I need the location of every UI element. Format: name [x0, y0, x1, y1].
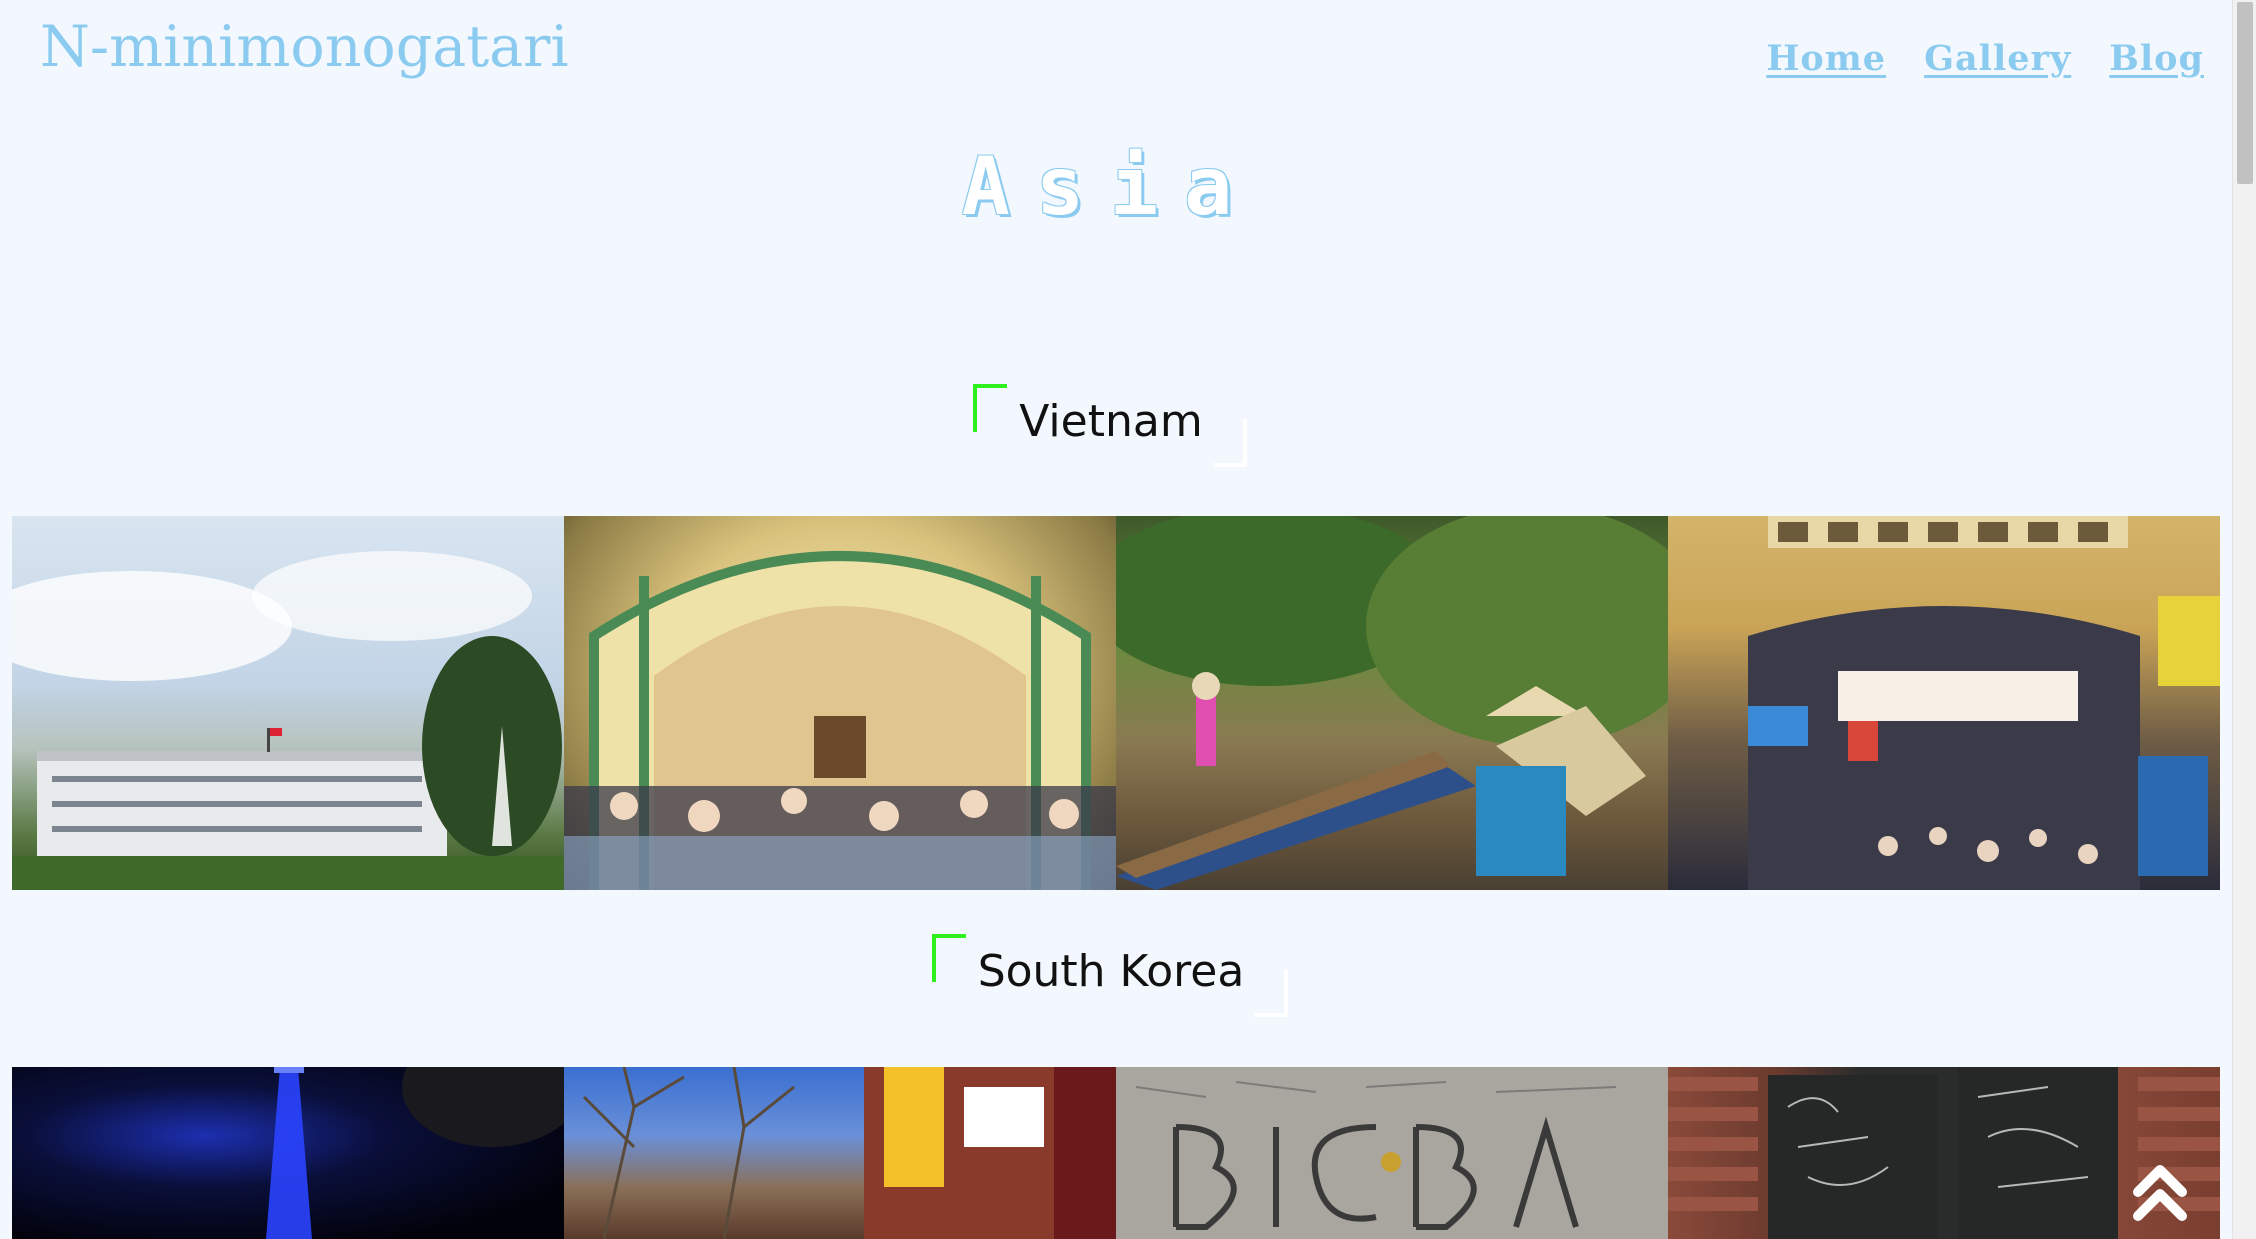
nav-home-link[interactable]: Home [1766, 38, 1886, 79]
gallery-row-south-korea [12, 1067, 2220, 1239]
double-chevron-up-icon [2133, 1165, 2187, 1221]
tower-night-photo-icon [266, 1067, 564, 1239]
nav-gallery-link[interactable]: Gallery [1924, 38, 2071, 79]
corner-bracket-bottom-right [1254, 969, 1289, 1017]
nav-blog-link[interactable]: Blog [2109, 38, 2204, 79]
page-heading: Asia [961, 140, 1259, 233]
gallery-photo[interactable] [12, 516, 564, 890]
site-title-link[interactable]: N-minimonogatari [40, 14, 569, 80]
corner-bracket-top-left [973, 384, 1008, 432]
street-signs-photo-icon [582, 1067, 1116, 1239]
gallery-photo[interactable] [1116, 1067, 1668, 1239]
page: N-minimonogatari Home Gallery Blog Asia … [0, 0, 2256, 1239]
section-title: South Korea [977, 946, 1245, 997]
river-boats-photo-icon [1116, 516, 1668, 890]
gallery-photo[interactable] [1116, 516, 1668, 890]
back-to-top-button[interactable] [2132, 1158, 2188, 1226]
gallery-photo[interactable] [564, 1067, 1116, 1239]
main-nav: Home Gallery Blog [1766, 38, 2204, 79]
gallery-row-vietnam [12, 516, 2220, 890]
corner-bracket-top-left [931, 934, 966, 982]
gallery-photo[interactable] [12, 1067, 564, 1239]
gallery-photo[interactable] [1668, 516, 2220, 890]
market-entrance-photo-icon [1748, 516, 2220, 890]
gallery-photo[interactable] [564, 516, 1116, 890]
section-heading-vietnam: Vietnam [0, 384, 2220, 467]
post-office-hall-photo-icon [564, 551, 1116, 890]
graffiti-wall-photo-icon [1116, 1067, 1668, 1239]
heading-box: South Korea [931, 934, 1289, 1017]
section-heading-south-korea: South Korea [0, 934, 2220, 1017]
vertical-scrollbar[interactable] [2232, 0, 2256, 1239]
scrollbar-thumb[interactable] [2237, 2, 2253, 184]
palace-photo-icon [12, 551, 564, 890]
section-title: Vietnam [1019, 396, 1203, 447]
corner-bracket-bottom-right [1212, 419, 1247, 467]
heading-box: Vietnam [973, 384, 1247, 467]
